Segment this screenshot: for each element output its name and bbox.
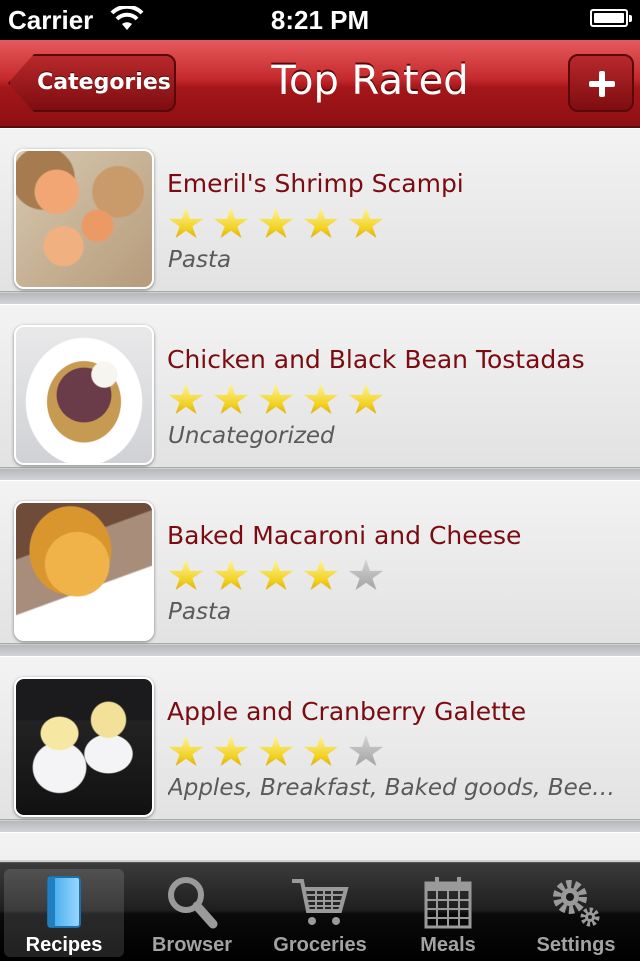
recipe-row[interactable]: Chicken and Black Bean Tostadas Uncatego…: [0, 304, 640, 479]
recipe-category: Pasta: [168, 599, 232, 625]
recipe-row[interactable]: [0, 832, 640, 860]
recipe-thumbnail: [14, 677, 154, 817]
magnifier-icon: [168, 877, 218, 929]
tab-browser[interactable]: Browser: [132, 869, 252, 957]
star-filled-icon: [168, 735, 204, 766]
star-filled-icon: [303, 559, 339, 590]
star-filled-icon: [258, 559, 294, 590]
recipe-category: Apples, Breakfast, Baked goods, Bee…: [168, 775, 615, 801]
star-filled-icon: [258, 735, 294, 766]
gears-icon: [553, 880, 600, 927]
tab-label: Settings: [536, 934, 616, 956]
add-recipe-button[interactable]: [568, 54, 634, 112]
tab-settings[interactable]: Settings: [516, 869, 636, 957]
star-filled-icon: [213, 735, 249, 766]
recipe-thumbnail: [14, 149, 154, 289]
tab-recipes[interactable]: Recipes: [4, 869, 124, 957]
star-rating: [168, 735, 384, 769]
recipe-row[interactable]: Apple and Cranberry Galette Apples, Brea…: [0, 656, 640, 831]
star-filled-icon: [213, 559, 249, 590]
recipe-title: Chicken and Black Bean Tostadas: [167, 345, 585, 374]
star-filled-icon: [303, 207, 339, 238]
page-title: Top Rated: [271, 58, 469, 104]
star-empty-icon: [348, 735, 384, 766]
star-filled-icon: [168, 383, 204, 414]
tab-label: Meals: [420, 934, 476, 956]
star-filled-icon: [168, 207, 204, 238]
star-filled-icon: [348, 383, 384, 414]
calendar-icon: [424, 877, 472, 929]
tab-label: Browser: [151, 934, 233, 956]
star-rating: [168, 383, 384, 417]
star-empty-icon: [348, 559, 384, 590]
cart-icon: [292, 879, 349, 925]
star-filled-icon: [303, 383, 339, 414]
tab-groceries[interactable]: Groceries: [260, 869, 380, 957]
recipe-row[interactable]: Baked Macaroni and Cheese Pasta: [0, 480, 640, 655]
star-filled-icon: [213, 207, 249, 238]
book-icon: [47, 876, 81, 928]
recipe-category: Pasta: [168, 247, 232, 273]
categories-back-button[interactable]: Categories: [8, 54, 176, 112]
nav-bar: Categories Top Rated: [0, 40, 640, 128]
recipe-thumbnail: [14, 501, 154, 641]
star-filled-icon: [168, 559, 204, 590]
star-filled-icon: [258, 383, 294, 414]
status-bar: Carrier 8:21 PM: [0, 0, 640, 40]
star-filled-icon: [348, 207, 384, 238]
clock: 8:21 PM: [270, 5, 370, 35]
recipe-title: Baked Macaroni and Cheese: [167, 521, 522, 550]
battery-level: [594, 13, 624, 23]
recipe-thumbnail: [14, 325, 154, 465]
tab-label: Groceries: [273, 934, 367, 956]
recipe-list[interactable]: Emeril's Shrimp Scampi Pasta Chicken and…: [0, 128, 640, 860]
tab-label: Recipes: [25, 934, 103, 956]
tab-meals[interactable]: Meals: [388, 869, 508, 957]
recipe-title: Apple and Cranberry Galette: [167, 697, 527, 726]
recipe-category: Uncategorized: [168, 423, 335, 449]
star-filled-icon: [258, 207, 294, 238]
tab-bar: Recipes Browser Groceries Meals Settings: [0, 862, 640, 961]
star-filled-icon: [303, 735, 339, 766]
star-rating: [168, 559, 384, 593]
recipe-title: Emeril's Shrimp Scampi: [167, 169, 464, 198]
recipe-row[interactable]: Emeril's Shrimp Scampi Pasta: [0, 128, 640, 303]
star-rating: [168, 207, 384, 241]
star-filled-icon: [213, 383, 249, 414]
battery-icon: [590, 9, 632, 27]
